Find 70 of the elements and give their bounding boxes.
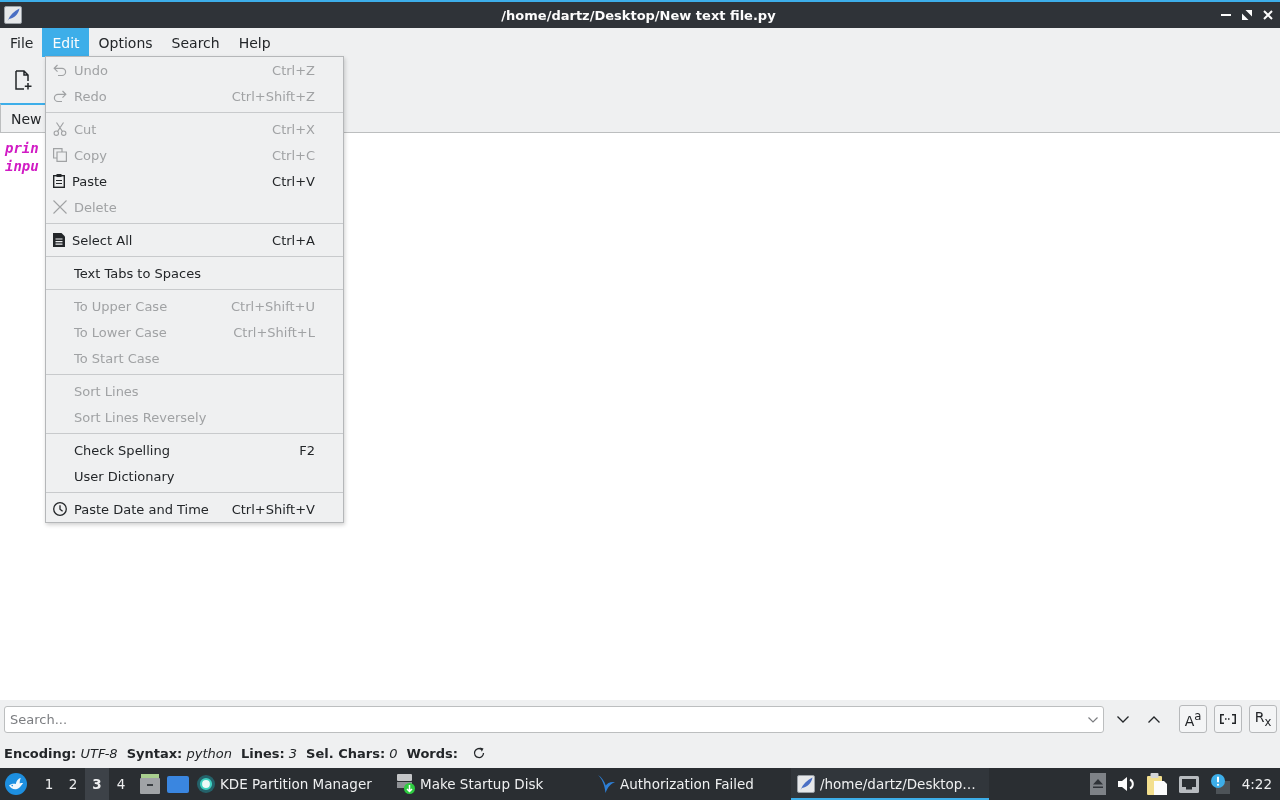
- speaker-icon[interactable]: [1117, 776, 1135, 792]
- drive-download-icon: [397, 774, 415, 794]
- status-field: Sel. Chars: 0: [306, 745, 398, 761]
- feather-document-icon: [4, 6, 22, 24]
- menu-bar-item[interactable]: File: [0, 28, 43, 57]
- tab[interactable]: New: [0, 103, 46, 132]
- scissors-icon: [53, 122, 67, 136]
- shortcut-text: Ctrl+A: [272, 232, 315, 248]
- chevron-up-icon[interactable]: [1148, 715, 1160, 723]
- shortcut-text: Ctrl+Shift+Z: [231, 88, 315, 104]
- menu-bar-item[interactable]: Options: [88, 28, 162, 57]
- task-button[interactable]: Authorization Failed: [591, 768, 789, 800]
- desktop-button[interactable]: 2: [61, 768, 85, 800]
- task-button[interactable]: Make Startup Disk: [391, 768, 589, 800]
- maximize-icon[interactable]: [1242, 10, 1252, 20]
- screen-icon[interactable]: [167, 775, 189, 793]
- brackets-icon: [1220, 714, 1236, 724]
- whole-word-button[interactable]: [1214, 705, 1242, 733]
- refresh-icon[interactable]: [473, 747, 485, 759]
- menu-item[interactable]: User Dictionary: [46, 463, 343, 489]
- shortcut-text: Ctrl+Z: [272, 62, 315, 78]
- file-cabinet-icon[interactable]: [140, 774, 160, 794]
- code-line: prin: [5, 139, 39, 157]
- feather-document-icon: [797, 775, 815, 793]
- clock-text: 4:22: [1241, 776, 1272, 792]
- shortcut-text: F2: [299, 442, 315, 458]
- desktop-button[interactable]: 3: [85, 768, 109, 800]
- dropdown-caret-icon[interactable]: [1088, 716, 1098, 723]
- ethernet-port-icon[interactable]: [1178, 775, 1199, 793]
- status-field: Encoding: UTF-8: [4, 745, 118, 761]
- shortcut-text: Ctrl+V: [272, 173, 315, 189]
- desktop-button[interactable]: 1: [37, 768, 61, 800]
- menu-item[interactable]: Text Tabs to Spaces: [46, 260, 343, 286]
- menu-item[interactable]: Paste Ctrl+V: [46, 168, 343, 194]
- task-button[interactable]: /home/dartz/Desktop…: [791, 768, 989, 800]
- new-document-icon[interactable]: [15, 70, 32, 90]
- eject-icon[interactable]: [1089, 773, 1106, 795]
- shortcut-text: Ctrl+Shift+L: [233, 324, 315, 340]
- shortcut-text: Ctrl+Shift+U: [231, 298, 315, 314]
- menu-bar-item[interactable]: Help: [228, 28, 280, 57]
- menu-bar-item[interactable]: Search: [161, 28, 229, 57]
- menu-item[interactable]: Paste Date and Time Ctrl+Shift+V: [46, 496, 343, 522]
- alert-icon[interactable]: [1210, 774, 1230, 794]
- document-icon: [53, 233, 65, 247]
- menu-item[interactable]: Check Spelling F2: [46, 437, 343, 463]
- window-title: /home/dartz/Desktop/New text file.py: [501, 7, 776, 23]
- swoosh-icon: [597, 774, 615, 794]
- status-field: Words:: [406, 745, 458, 761]
- close-icon[interactable]: [1263, 10, 1273, 20]
- undo-icon: [53, 63, 67, 77]
- regex-button[interactable]: R$_{x}$: [1249, 705, 1277, 733]
- code-line: inpu: [5, 157, 39, 175]
- menu-item[interactable]: Select All Ctrl+A: [46, 227, 343, 253]
- chevron-down-icon[interactable]: [1117, 715, 1129, 723]
- match-case-button[interactable]: A$^{a}$: [1179, 705, 1207, 733]
- search-field[interactable]: Search...: [4, 705, 1104, 733]
- desktop-button[interactable]: 4: [109, 768, 133, 800]
- copy-icon: [53, 148, 67, 162]
- ring-icon: [197, 775, 215, 793]
- clipboard-pages-icon[interactable]: [1146, 773, 1167, 795]
- bird-logo-icon[interactable]: [5, 773, 27, 795]
- shortcut-text: Ctrl+Shift+V: [231, 501, 315, 517]
- clipboard-icon: [53, 174, 65, 188]
- shortcut-text: Ctrl+C: [271, 147, 315, 163]
- status-field: Lines: 3: [240, 745, 298, 761]
- clock-icon: [53, 502, 67, 516]
- redo-icon: [53, 89, 67, 103]
- task-button[interactable]: KDE Partition Manager: [191, 768, 389, 800]
- cross-icon: [53, 200, 67, 214]
- status-field: Syntax: python: [126, 745, 232, 761]
